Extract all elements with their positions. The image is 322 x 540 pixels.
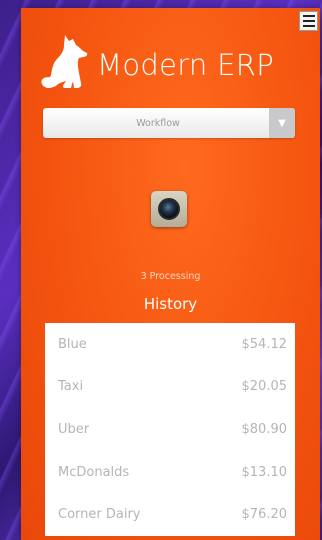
history-row[interactable]: Uber $80.90 xyxy=(45,408,295,451)
camera-lens-icon xyxy=(158,198,180,220)
history-item-amount: $80.90 xyxy=(241,421,288,437)
history-item-amount: $20.05 xyxy=(241,379,288,395)
history-item-name: Uber xyxy=(58,421,90,437)
brand-title: Modern ERP xyxy=(97,48,274,82)
history-row[interactable]: Corner Dairy $76.20 xyxy=(45,493,295,536)
history-row[interactable]: Taxi $20.05 xyxy=(45,366,295,409)
history-item-amount: $13.10 xyxy=(241,464,288,480)
history-item-name: Taxi xyxy=(58,379,84,395)
history-item-name: Corner Dairy xyxy=(58,507,141,523)
history-item-name: Blue xyxy=(58,336,87,352)
history-list: Blue $54.12 Taxi $20.05 Uber $80.90 McDo… xyxy=(45,323,295,536)
dog-icon xyxy=(41,35,88,88)
history-title: History xyxy=(143,295,198,313)
app-screen: Modern ERP Workflow ▼ 3 Processing Histo… xyxy=(21,8,320,540)
camera-button[interactable] xyxy=(151,191,187,227)
history-row[interactable]: McDonalds $13.10 xyxy=(45,451,295,494)
workflow-select-value: Workflow xyxy=(136,117,180,129)
workflow-select[interactable]: Workflow ▼ xyxy=(43,108,295,138)
history-item-amount: $54.12 xyxy=(241,336,288,352)
brand-header: Modern ERP xyxy=(31,22,274,98)
hamburger-menu-icon[interactable] xyxy=(299,11,318,31)
chevron-down-icon[interactable]: ▼ xyxy=(269,108,295,138)
processing-status: 3 Processing xyxy=(140,271,201,282)
history-row[interactable]: Blue $54.12 xyxy=(45,323,295,366)
history-item-amount: $76.20 xyxy=(241,507,288,523)
history-item-name: McDonalds xyxy=(58,464,130,480)
